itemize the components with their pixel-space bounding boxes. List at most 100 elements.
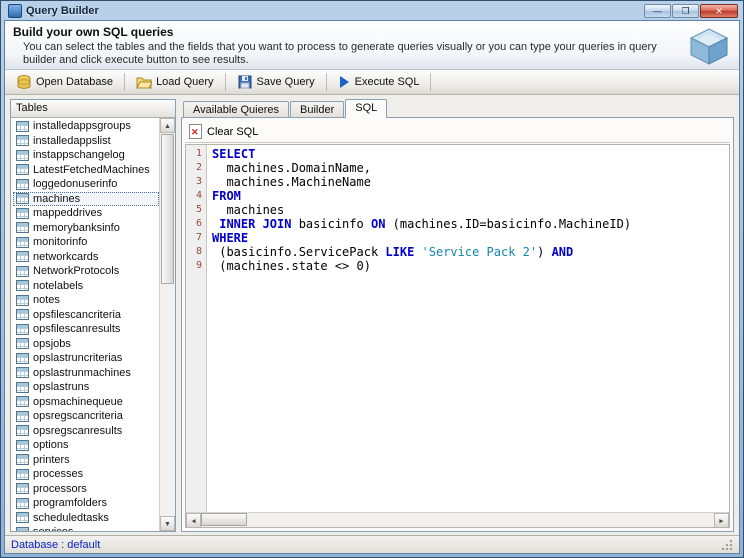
tab-sql[interactable]: SQL (345, 99, 387, 118)
table-list-item[interactable]: installedappsgroups (13, 119, 159, 134)
table-list-item[interactable]: opsregscancriteria (13, 409, 159, 424)
code-text: (basicinfo.ServicePack LIKE 'Service Pac… (207, 245, 573, 259)
table-list-item[interactable]: options (13, 438, 159, 453)
table-list-item[interactable]: scheduledtasks (13, 511, 159, 526)
table-list-item[interactable]: networkcards (13, 250, 159, 265)
table-list-item[interactable]: memorybanksinfo (13, 221, 159, 236)
document-clear-icon (189, 124, 202, 139)
table-icon (16, 382, 29, 393)
sql-editor-toolbar: Clear SQL (185, 121, 730, 143)
save-query-button[interactable]: Save Query (229, 72, 323, 92)
editor-horizontal-scrollbar[interactable]: ◀ ▶ (186, 512, 729, 527)
table-list-item[interactable]: LatestFetchedMachines (13, 163, 159, 178)
minimize-button[interactable]: — (644, 4, 671, 18)
table-icon (16, 164, 29, 175)
table-list-item[interactable]: services (13, 525, 159, 531)
table-list-item[interactable]: processes (13, 467, 159, 482)
table-icon (16, 121, 29, 132)
table-list-item[interactable]: installedappslist (13, 134, 159, 149)
open-database-label: Open Database (36, 76, 113, 88)
app-icon (8, 4, 22, 18)
table-list-item[interactable]: programfolders (13, 496, 159, 511)
table-icon (16, 222, 29, 233)
table-list-item[interactable]: printers (13, 453, 159, 468)
tab-builder[interactable]: Builder (290, 101, 344, 118)
table-list-item[interactable]: instappschangelog (13, 148, 159, 163)
database-icon (16, 74, 32, 90)
table-icon (16, 527, 29, 531)
table-name: processes (33, 468, 83, 480)
toolbar-separator (124, 73, 125, 91)
clear-sql-label: Clear SQL (207, 126, 258, 138)
table-list-item[interactable]: notes (13, 293, 159, 308)
table-name: LatestFetchedMachines (33, 164, 150, 176)
editor-line: 9 (machines.state <> 0) (186, 259, 729, 273)
table-list-item[interactable]: opsmachinequeue (13, 395, 159, 410)
table-list-item[interactable]: opslastruns (13, 380, 159, 395)
table-list-item[interactable]: loggedonuserinfo (13, 177, 159, 192)
table-name: loggedonuserinfo (33, 178, 117, 190)
table-icon (16, 208, 29, 219)
table-list-item[interactable]: processors (13, 482, 159, 497)
table-list-item[interactable]: monitorinfo (13, 235, 159, 250)
table-icon (16, 266, 29, 277)
open-database-button[interactable]: Open Database (8, 72, 121, 92)
table-list-item[interactable]: notelabels (13, 279, 159, 294)
table-icon (16, 237, 29, 248)
table-list-item[interactable]: opsjobs (13, 337, 159, 352)
editor-line: 4FROM (186, 189, 729, 203)
table-name: opslastruns (33, 381, 89, 393)
sql-editor[interactable]: 1SELECT2 machines.DomainName,3 machines.… (185, 144, 730, 528)
tables-vertical-scrollbar[interactable]: ▲ ▼ (159, 118, 175, 531)
content: Tables installedappsgroupsinstalledappsl… (5, 95, 739, 535)
table-icon (16, 324, 29, 335)
table-name: opslastruncriterias (33, 352, 122, 364)
titlebar: Query Builder — ❐ ✕ (4, 1, 740, 20)
table-list-item[interactable]: opslastruncriterias (13, 351, 159, 366)
tables-wrap: installedappsgroupsinstalledappslistinst… (11, 118, 175, 531)
table-name: NetworkProtocols (33, 265, 119, 277)
page-title: Build your own SQL queries (13, 25, 677, 39)
line-number: 9 (186, 259, 207, 273)
table-name: notes (33, 294, 60, 306)
table-icon (16, 135, 29, 146)
editor-line: 6 INNER JOIN basicinfo ON (machines.ID=b… (186, 217, 729, 231)
table-list-item[interactable]: opsfilescancriteria (13, 308, 159, 323)
line-number: 3 (186, 175, 207, 189)
query-area: Available Quieres Builder SQL Clear SQL … (181, 99, 734, 532)
table-list-item[interactable]: opslastrunmachines (13, 366, 159, 381)
resize-grip-icon[interactable] (721, 539, 733, 551)
table-list-item[interactable]: opsregscanresults (13, 424, 159, 439)
page-description: You can select the tables and the fields… (13, 41, 677, 67)
toolbar-separator (326, 73, 327, 91)
table-icon (16, 512, 29, 523)
clear-sql-button[interactable]: Clear SQL (185, 122, 267, 141)
table-list-item[interactable]: machines (13, 192, 159, 207)
line-number: 2 (186, 161, 207, 175)
table-list-item[interactable]: opsfilescanresults (13, 322, 159, 337)
editor-line: 5 machines (186, 203, 729, 217)
table-name: opsmachinequeue (33, 396, 123, 408)
line-number: 8 (186, 245, 207, 259)
close-button[interactable]: ✕ (700, 4, 738, 18)
load-query-button[interactable]: Load Query (128, 72, 221, 92)
scroll-left-arrow-icon[interactable]: ◀ (186, 513, 201, 528)
table-name: networkcards (33, 251, 98, 263)
table-name: options (33, 439, 68, 451)
table-list-item[interactable]: NetworkProtocols (13, 264, 159, 279)
execute-sql-button[interactable]: Execute SQL (330, 72, 428, 92)
client-area: Build your own SQL queries You can selec… (4, 20, 740, 554)
scrollbar-thumb[interactable] (201, 513, 247, 526)
table-list-item[interactable]: mappeddrives (13, 206, 159, 221)
tab-available-queries[interactable]: Available Quieres (183, 101, 289, 118)
table-name: opsfilescancriteria (33, 309, 121, 321)
scroll-down-arrow-icon[interactable]: ▼ (160, 516, 175, 531)
scrollbar-thumb[interactable] (161, 134, 174, 284)
table-icon (16, 193, 29, 204)
scroll-right-arrow-icon[interactable]: ▶ (714, 513, 729, 528)
table-icon (16, 309, 29, 320)
scroll-up-arrow-icon[interactable]: ▲ (160, 118, 175, 133)
load-query-label: Load Query (156, 76, 213, 88)
editor-line: 1SELECT (186, 147, 729, 161)
maximize-button[interactable]: ❐ (672, 4, 699, 18)
